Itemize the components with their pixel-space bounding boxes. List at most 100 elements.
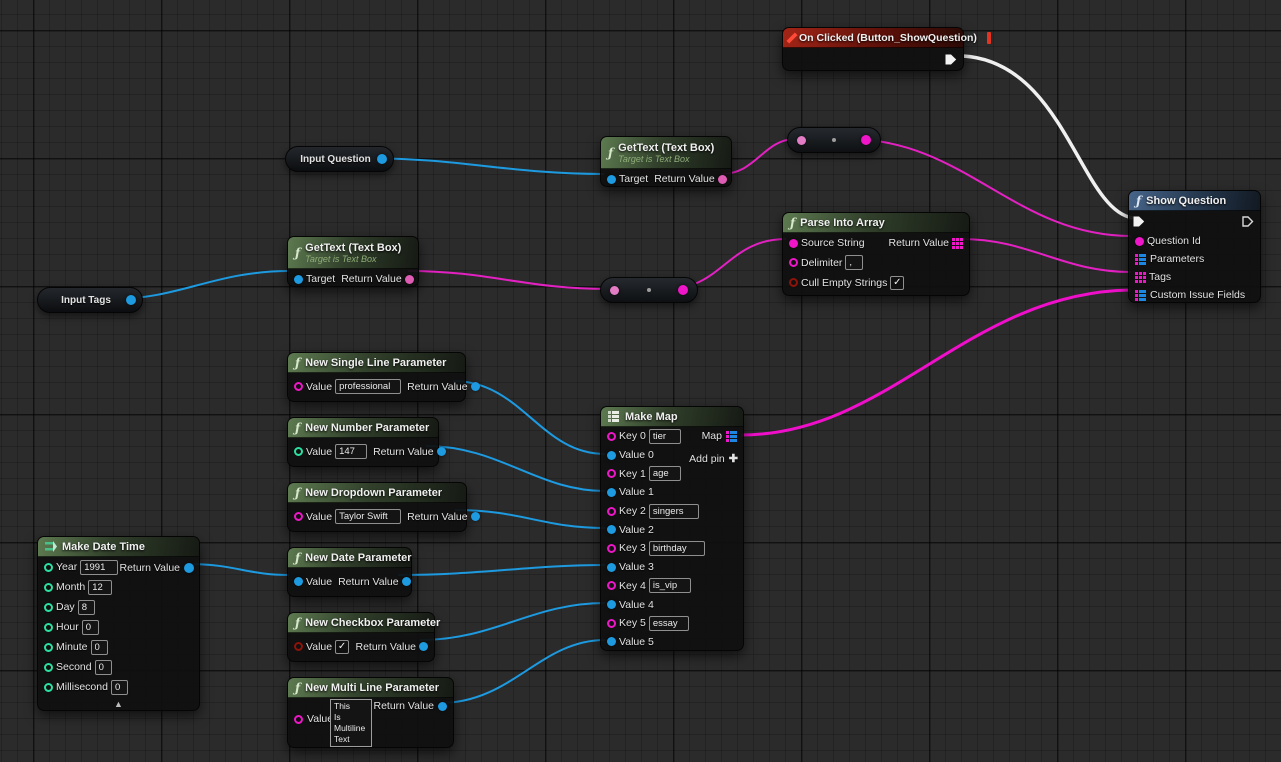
exec-input-pin[interactable] bbox=[1133, 216, 1145, 227]
day-pin[interactable] bbox=[44, 603, 53, 612]
return-value-pin[interactable] bbox=[471, 512, 480, 521]
return-value-pin[interactable] bbox=[437, 447, 446, 456]
reroute-input-pin[interactable] bbox=[797, 136, 806, 145]
wire-date-to-value3[interactable] bbox=[398, 565, 605, 575]
value-input[interactable] bbox=[335, 379, 401, 394]
key0-pin[interactable] bbox=[607, 432, 616, 441]
reroute-node-question[interactable] bbox=[787, 127, 881, 153]
node-gettext-textbox-bottom[interactable]: ƒ GetText (Text Box) Target is Text Box … bbox=[287, 236, 419, 287]
wire-makemap-to-customissuefields[interactable] bbox=[741, 290, 1131, 435]
node-header[interactable]: ƒ New Dropdown Parameter bbox=[288, 483, 466, 503]
return-value-pin[interactable] bbox=[402, 577, 411, 586]
reroute-output-pin[interactable] bbox=[861, 135, 871, 145]
hour-input[interactable] bbox=[82, 620, 99, 635]
variable-output-pin[interactable] bbox=[126, 295, 136, 305]
node-header[interactable]: ƒ New Multi Line Parameter bbox=[288, 678, 453, 698]
wire-inputquestion-to-gettext-target[interactable] bbox=[363, 158, 604, 174]
cull-empty-strings-checkbox[interactable]: ✓ bbox=[890, 276, 904, 290]
value-checkbox[interactable]: ✓ bbox=[335, 640, 349, 654]
variable-get-input-question[interactable]: Input Question bbox=[285, 146, 394, 172]
reroute-node-tags[interactable] bbox=[600, 277, 698, 303]
node-new-dropdown-parameter[interactable]: ƒ New Dropdown Parameter Value Return Va… bbox=[287, 482, 467, 532]
cull-empty-strings-pin[interactable] bbox=[789, 278, 798, 287]
value4-pin[interactable] bbox=[607, 600, 616, 609]
value-input[interactable] bbox=[335, 444, 367, 459]
return-value-pin[interactable] bbox=[471, 382, 480, 391]
value1-pin[interactable] bbox=[607, 488, 616, 497]
key0-input[interactable] bbox=[649, 429, 681, 444]
reroute-input-pin[interactable] bbox=[610, 286, 619, 295]
key3-input[interactable] bbox=[649, 541, 705, 556]
second-input[interactable] bbox=[95, 660, 112, 675]
wire-makedatetime-to-datevalue[interactable] bbox=[188, 564, 289, 575]
minute-input[interactable] bbox=[91, 640, 108, 655]
node-header[interactable]: On Clicked (Button_ShowQuestion) bbox=[783, 28, 963, 48]
collapse-node-button[interactable]: ▲ bbox=[38, 699, 199, 709]
second-pin[interactable] bbox=[44, 663, 53, 672]
value-pin[interactable] bbox=[294, 577, 303, 586]
blueprint-canvas[interactable]: On Clicked (Button_ShowQuestion) ƒ GetTe… bbox=[0, 0, 1281, 762]
key4-pin[interactable] bbox=[607, 581, 616, 590]
node-new-date-parameter[interactable]: ƒ New Date Parameter Value Return Value bbox=[287, 547, 412, 597]
value-input[interactable] bbox=[335, 509, 401, 524]
parameters-map-pin[interactable] bbox=[1135, 254, 1147, 265]
exec-output-pin[interactable] bbox=[1242, 216, 1254, 227]
minute-pin[interactable] bbox=[44, 643, 53, 652]
return-value-pin[interactable] bbox=[419, 642, 428, 651]
node-new-multi-line-parameter[interactable]: ƒ New Multi Line Parameter Value This Is… bbox=[287, 677, 454, 748]
node-header[interactable]: ƒ New Single Line Parameter bbox=[288, 353, 465, 373]
value3-pin[interactable] bbox=[607, 563, 616, 572]
tags-array-pin[interactable] bbox=[1135, 272, 1146, 283]
wire-singleline-to-value0[interactable] bbox=[453, 381, 605, 454]
node-header[interactable]: ƒ New Number Parameter bbox=[288, 418, 438, 438]
node-gettext-textbox-top[interactable]: ƒ GetText (Text Box) Target is Text Box … bbox=[600, 136, 732, 187]
node-on-clicked-event[interactable]: On Clicked (Button_ShowQuestion) bbox=[782, 27, 964, 71]
wire-exec-onclicked-to-showquestion[interactable] bbox=[963, 56, 1133, 218]
value0-pin[interactable] bbox=[607, 451, 616, 460]
value-pin[interactable] bbox=[294, 447, 303, 456]
node-header[interactable]: ƒ New Date Parameter bbox=[288, 548, 411, 568]
target-pin[interactable] bbox=[607, 175, 616, 184]
key5-input[interactable] bbox=[649, 616, 689, 631]
map-output-pin[interactable] bbox=[726, 431, 738, 442]
node-make-map[interactable]: Make Map Key 0 Value 0 Key 1 Value 1 Key… bbox=[600, 406, 744, 651]
variable-get-input-tags[interactable]: Input Tags bbox=[37, 287, 143, 313]
source-string-pin[interactable] bbox=[789, 239, 798, 248]
node-parse-into-array[interactable]: ƒ Parse Into Array Source String Return … bbox=[782, 212, 970, 296]
variable-output-pin[interactable] bbox=[377, 154, 387, 164]
wire-parsearray-return-to-tags[interactable] bbox=[961, 239, 1131, 272]
return-value-pin[interactable] bbox=[718, 175, 727, 184]
delimiter-pin[interactable] bbox=[789, 258, 798, 267]
key5-pin[interactable] bbox=[607, 619, 616, 628]
reroute-output-pin[interactable] bbox=[678, 285, 688, 295]
wire-multiline-to-value5[interactable] bbox=[440, 640, 605, 703]
delegate-pin-icon[interactable] bbox=[987, 32, 991, 44]
key1-pin[interactable] bbox=[607, 469, 616, 478]
node-header[interactable]: ƒ Show Question bbox=[1129, 191, 1260, 211]
exec-output-pin[interactable] bbox=[945, 54, 957, 65]
millisecond-pin[interactable] bbox=[44, 683, 53, 692]
value2-pin[interactable] bbox=[607, 525, 616, 534]
node-show-question[interactable]: ƒ Show Question Question Id Parameters bbox=[1128, 190, 1261, 303]
return-value-pin[interactable] bbox=[184, 563, 194, 573]
value5-pin[interactable] bbox=[607, 637, 616, 646]
key2-pin[interactable] bbox=[607, 507, 616, 516]
add-pin-button[interactable]: Add pin ✚ bbox=[689, 452, 738, 465]
year-input[interactable] bbox=[80, 560, 118, 575]
node-new-number-parameter[interactable]: ƒ New Number Parameter Value Return Valu… bbox=[287, 417, 439, 467]
node-new-single-line-parameter[interactable]: ƒ New Single Line Parameter Value Return… bbox=[287, 352, 466, 402]
return-value-pin[interactable] bbox=[405, 275, 414, 284]
key1-input[interactable] bbox=[649, 466, 681, 481]
node-header[interactable]: ƒ GetText (Text Box) Target is Text Box bbox=[288, 237, 418, 269]
return-value-pin[interactable] bbox=[438, 702, 447, 711]
value-pin[interactable] bbox=[294, 642, 303, 651]
value-pin[interactable] bbox=[294, 382, 303, 391]
node-header[interactable]: ƒ GetText (Text Box) Target is Text Box bbox=[601, 137, 731, 169]
hour-pin[interactable] bbox=[44, 623, 53, 632]
wire-gettext-return-to-reroute1[interactable] bbox=[721, 139, 796, 174]
key4-input[interactable] bbox=[649, 578, 691, 593]
wire-gettext2-return-to-reroute2[interactable] bbox=[408, 271, 608, 289]
node-header[interactable]: ƒ New Checkbox Parameter bbox=[288, 613, 434, 633]
question-id-pin[interactable] bbox=[1135, 237, 1144, 246]
value-pin[interactable] bbox=[294, 715, 303, 724]
